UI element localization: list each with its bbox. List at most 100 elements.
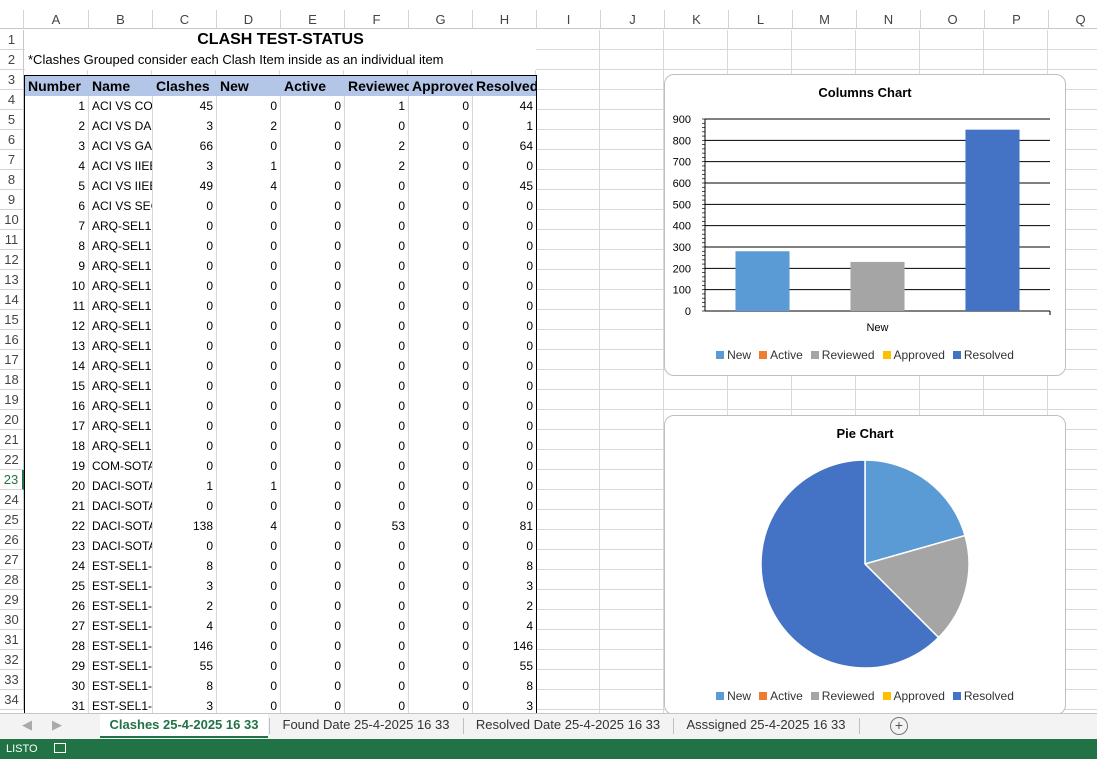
number-cell[interactable]: 0 (473, 276, 537, 296)
number-cell[interactable]: 0 (217, 396, 281, 416)
number-cell[interactable]: 0 (217, 496, 281, 516)
number-cell[interactable]: 23 (25, 536, 89, 556)
clash-name-cell[interactable]: EST-SEL1-SC (89, 656, 153, 676)
column-header-e[interactable]: E (281, 10, 345, 29)
number-cell[interactable]: 0 (217, 336, 281, 356)
row-header[interactable]: 24 (0, 490, 24, 510)
number-cell[interactable]: 2 (153, 596, 217, 616)
number-cell[interactable]: 8 (473, 676, 537, 696)
number-cell[interactable]: 0 (217, 676, 281, 696)
number-cell[interactable]: 1 (217, 476, 281, 496)
number-cell[interactable]: 0 (281, 376, 345, 396)
number-cell[interactable]: 0 (473, 536, 537, 556)
row-header[interactable]: 7 (0, 150, 24, 170)
number-cell[interactable]: 0 (217, 576, 281, 596)
number-cell[interactable]: 6 (25, 196, 89, 216)
column-title-reviewed[interactable]: Reviewed (345, 76, 409, 96)
number-cell[interactable]: 0 (409, 96, 473, 116)
row-header[interactable]: 21 (0, 430, 24, 450)
number-cell[interactable]: 0 (345, 596, 409, 616)
number-cell[interactable]: 0 (345, 196, 409, 216)
number-cell[interactable]: 3 (153, 576, 217, 596)
number-cell[interactable]: 53 (345, 516, 409, 536)
row-header[interactable]: 22 (0, 450, 24, 470)
number-cell[interactable]: 0 (345, 636, 409, 656)
row-header[interactable]: 11 (0, 230, 24, 250)
number-cell[interactable]: 14 (25, 356, 89, 376)
number-cell[interactable]: 0 (409, 116, 473, 136)
number-cell[interactable]: 146 (473, 636, 537, 656)
column-header-k[interactable]: K (665, 10, 729, 29)
number-cell[interactable]: 0 (345, 116, 409, 136)
number-cell[interactable]: 0 (281, 696, 345, 713)
number-cell[interactable]: 0 (473, 216, 537, 236)
sheet-note[interactable]: *Clashes Grouped consider each Clash Ite… (25, 50, 536, 70)
number-cell[interactable]: 0 (473, 236, 537, 256)
number-cell[interactable]: 0 (409, 296, 473, 316)
number-cell[interactable]: 3 (25, 136, 89, 156)
number-cell[interactable]: 0 (217, 96, 281, 116)
number-cell[interactable]: 17 (25, 416, 89, 436)
number-cell[interactable]: 0 (345, 276, 409, 296)
number-cell[interactable]: 0 (217, 636, 281, 656)
number-cell[interactable]: 0 (281, 296, 345, 316)
number-cell[interactable]: 0 (217, 456, 281, 476)
row-header[interactable]: 15 (0, 310, 24, 330)
row-header[interactable]: 1 (0, 30, 24, 50)
number-cell[interactable]: 146 (153, 636, 217, 656)
clash-name-cell[interactable]: ARQ-SEL1 V (89, 256, 153, 276)
number-cell[interactable]: 0 (217, 316, 281, 336)
number-cell[interactable]: 0 (345, 236, 409, 256)
column-header-a[interactable]: A (24, 10, 89, 29)
number-cell[interactable]: 0 (153, 276, 217, 296)
number-cell[interactable]: 0 (473, 396, 537, 416)
number-cell[interactable]: 0 (217, 276, 281, 296)
column-header-i[interactable]: I (537, 10, 601, 29)
number-cell[interactable]: 0 (281, 116, 345, 136)
column-header-l[interactable]: L (729, 10, 793, 29)
number-cell[interactable]: 0 (345, 436, 409, 456)
number-cell[interactable]: 0 (345, 176, 409, 196)
clash-name-cell[interactable]: ACI VS COM (89, 96, 153, 116)
number-cell[interactable]: 0 (217, 216, 281, 236)
number-cell[interactable]: 0 (345, 496, 409, 516)
number-cell[interactable]: 0 (281, 156, 345, 176)
number-cell[interactable]: 0 (409, 456, 473, 476)
number-cell[interactable]: 0 (153, 496, 217, 516)
number-cell[interactable]: 0 (409, 396, 473, 416)
number-cell[interactable]: 0 (345, 616, 409, 636)
number-cell[interactable]: 0 (473, 316, 537, 336)
number-cell[interactable]: 0 (281, 616, 345, 636)
number-cell[interactable]: 0 (281, 656, 345, 676)
number-cell[interactable]: 0 (153, 316, 217, 336)
number-cell[interactable]: 0 (409, 376, 473, 396)
column-header-f[interactable]: F (345, 10, 409, 29)
number-cell[interactable]: 0 (409, 336, 473, 356)
column-header-p[interactable]: P (985, 10, 1049, 29)
number-cell[interactable]: 0 (409, 356, 473, 376)
clash-name-cell[interactable]: EST-SEL1-SC (89, 676, 153, 696)
number-cell[interactable]: 22 (25, 516, 89, 536)
row-header[interactable]: 20 (0, 410, 24, 430)
number-cell[interactable]: 0 (281, 436, 345, 456)
number-cell[interactable]: 0 (153, 356, 217, 376)
row-header[interactable]: 4 (0, 90, 24, 110)
number-cell[interactable]: 0 (153, 256, 217, 276)
number-cell[interactable]: 0 (153, 336, 217, 356)
column-title-resolved[interactable]: Resolved (473, 76, 537, 96)
number-cell[interactable]: 3 (153, 156, 217, 176)
columns-chart[interactable]: Columns Chart 0 100 200 300 400 500 600 700 800 9… (664, 74, 1066, 376)
clash-name-cell[interactable]: EST-SEL1-SC (89, 576, 153, 596)
number-cell[interactable]: 0 (409, 576, 473, 596)
number-cell[interactable]: 0 (281, 396, 345, 416)
number-cell[interactable]: 55 (153, 656, 217, 676)
clash-name-cell[interactable]: ARQ-SEL1 V (89, 376, 153, 396)
number-cell[interactable]: 0 (409, 496, 473, 516)
number-cell[interactable]: 27 (25, 616, 89, 636)
number-cell[interactable]: 20 (25, 476, 89, 496)
sheet-tab[interactable]: Clashes 25-4-2025 16 33 (100, 714, 268, 738)
number-cell[interactable]: 0 (281, 416, 345, 436)
number-cell[interactable]: 0 (473, 416, 537, 436)
sheet-tab[interactable]: Resolved Date 25-4-2025 16 33 (464, 714, 672, 738)
number-cell[interactable]: 0 (281, 516, 345, 536)
